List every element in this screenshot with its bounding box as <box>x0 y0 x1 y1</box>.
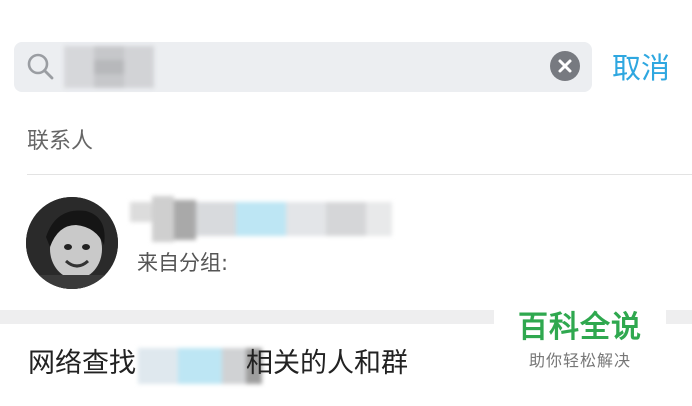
cancel-button[interactable]: 取消 <box>612 48 670 88</box>
contact-group-label: 来自分组: <box>137 251 229 275</box>
divider <box>27 174 692 175</box>
contacts-section-label: 联系人 <box>27 129 94 154</box>
contact-result-row[interactable]: 来自分组: <box>0 176 692 314</box>
search-icon <box>27 53 54 80</box>
search-results-page: 取消 联系人 来自分组: 网络查找 相关的人和群 百科全说 助你轻松解决 <box>0 0 692 406</box>
avatar <box>26 197 118 289</box>
network-search-prefix: 网络查找 <box>28 348 136 379</box>
watermark-subtitle: 助你轻松解决 <box>528 351 631 370</box>
redacted-search-query <box>64 46 154 88</box>
network-search-suffix: 相关的人和群 <box>246 348 408 379</box>
redacted-network-query <box>138 348 262 384</box>
watermark-title: 百科全说 <box>518 310 642 345</box>
clear-search-icon[interactable] <box>550 51 580 81</box>
redacted-contact-name <box>130 196 392 242</box>
watermark-logo: 百科全说 助你轻松解决 <box>494 300 666 380</box>
